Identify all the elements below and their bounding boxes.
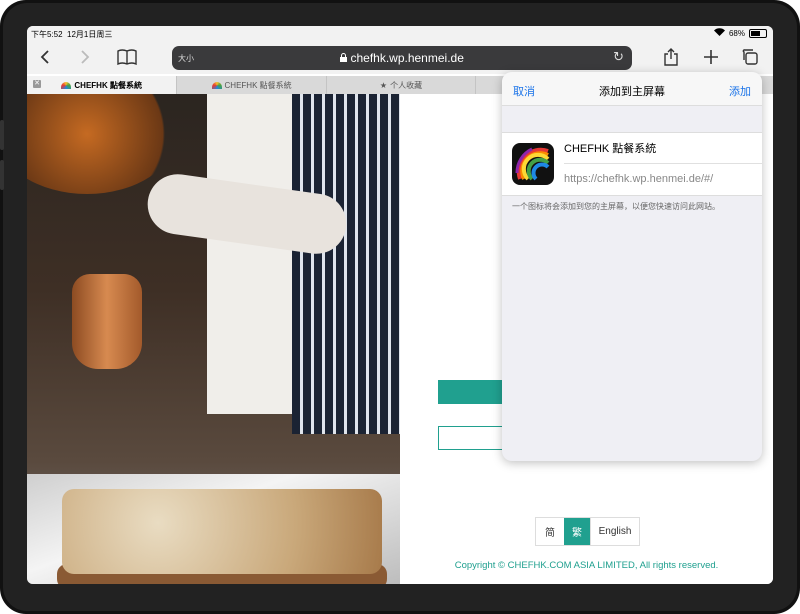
add-button[interactable]: 添加 [729,83,751,99]
tabs-overview-icon[interactable] [739,46,761,68]
tab-label: CHEFHK 點餐系統 [74,80,142,90]
browser-toolbar: 大小 chefhk.wp.henmei.de ↻ [27,42,773,74]
close-tab-icon[interactable]: ✕ [33,80,41,88]
url-text: chefhk.wp.henmei.de [350,51,464,65]
lock-icon [340,51,350,65]
tab-label: CHEFHK 點餐系統 [224,80,292,90]
chefhk-logo-icon [211,81,222,89]
volume-button [0,120,4,150]
pizza-image [62,489,382,574]
volume-button [0,160,4,190]
ipad-frame: 下午5:52 12月1日周三 68% 大小 chefhk.wp.henmei.d… [0,0,800,614]
primary-button[interactable] [438,380,508,404]
app-url-text: https://chefhk.wp.henmei.de/#/ [564,173,714,185]
sheet-hint-text: 一个图标将会添加到您的主屏幕，以便您快速访问此网站。 [512,202,720,211]
forward-icon[interactable] [75,46,95,68]
copyright-text: Copyright © CHEFHK.COM ASIA LIMITED, All… [454,560,719,571]
share-icon[interactable] [661,46,681,68]
battery-icon [749,28,767,38]
striped-apron-image [292,94,400,434]
sheet-header: 取消 添加到主屏幕 添加 [502,72,762,106]
tab-chefhk[interactable]: CHEFHK 點餐系統 [177,76,327,94]
tab-label: 个人收藏 [390,80,423,90]
tab-favorites[interactable]: ★ 个人收藏 [327,76,477,94]
copper-oil-jug-image [72,274,142,369]
reload-icon[interactable]: ↻ [613,49,624,65]
lang-english-button[interactable]: English [590,518,639,545]
url-display: chefhk.wp.henmei.de [172,51,632,65]
hero-photo [27,94,400,584]
app-name-input[interactable] [564,142,754,154]
add-to-home-screen-sheet: 取消 添加到主屏幕 添加 https://chefh [502,72,762,461]
status-bar: 下午5:52 12月1日周三 68% [27,26,773,42]
address-bar[interactable]: 大小 chefhk.wp.henmei.de ↻ [172,46,632,70]
sheet-title: 添加到主屏幕 [599,86,665,98]
new-tab-icon[interactable] [701,46,721,68]
pizza-oven-image [27,94,177,194]
battery-percent: 68% [728,28,745,38]
chefhk-logo-icon [61,81,72,89]
language-switcher: 简 繁 English [535,517,640,546]
field-divider [564,163,762,164]
app-icon [512,143,554,185]
lang-simplified-button[interactable]: 简 [536,518,564,545]
lang-traditional-button[interactable]: 繁 [564,518,590,545]
battery-fill [751,30,760,36]
app-preview-card: https://chefhk.wp.henmei.de/#/ [502,132,762,196]
secondary-button[interactable] [438,426,508,450]
back-icon[interactable] [35,46,55,68]
bookmarks-icon[interactable] [115,46,139,68]
screen: 下午5:52 12月1日周三 68% 大小 chefhk.wp.henmei.d… [27,26,773,584]
rainbow-logo-icon [515,147,550,181]
tab-chefhk-active[interactable]: ✕ CHEFHK 點餐系統 [27,76,178,94]
wifi-icon [713,28,725,38]
status-time: 下午5:52 12月1日周三 [31,30,113,39]
star-icon: ★ [379,80,388,90]
